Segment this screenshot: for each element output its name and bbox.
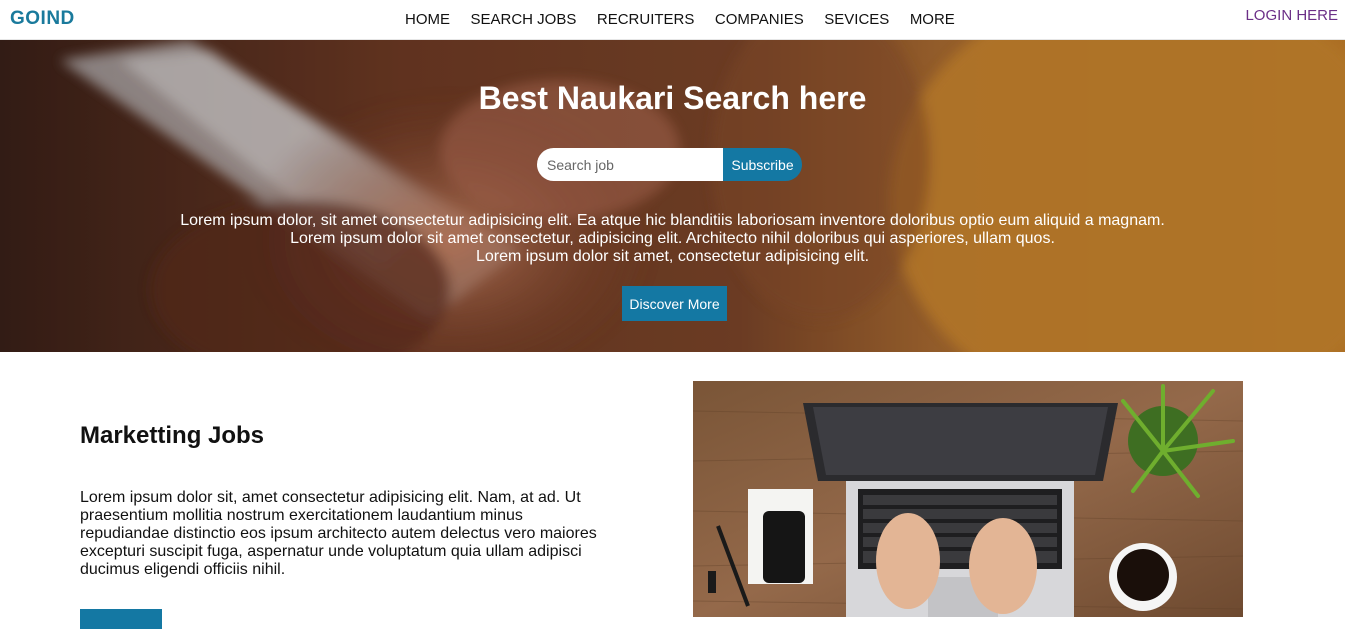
search-job-input[interactable]: [537, 148, 723, 181]
nav-item-companies[interactable]: COMPANIES: [715, 11, 804, 28]
laptop-desk-image: [693, 381, 1243, 617]
subscribe-button[interactable]: Subscribe: [723, 148, 802, 181]
section-description: Lorem ipsum dolor sit, amet consectetur …: [80, 489, 597, 578]
hero-text-line: Lorem ipsum dolor, sit amet consectetur …: [180, 212, 1165, 229]
hero-text-line: Lorem ipsum dolor sit amet, consectetur …: [475, 248, 870, 265]
search-form: Subscribe: [537, 148, 802, 181]
brand-logo[interactable]: GOIND: [10, 8, 75, 30]
hero-description: Lorem ipsum dolor, sit amet consectetur …: [0, 212, 1345, 266]
nav-item-recruiters[interactable]: RECRUITERS: [597, 11, 695, 28]
login-link[interactable]: LOGIN HERE: [1245, 7, 1338, 24]
hero-banner: Best Naukari Search here Subscribe Lorem…: [0, 40, 1345, 352]
section-action-button[interactable]: [80, 609, 162, 629]
hero-text-line: Lorem ipsum dolor sit amet consectetur, …: [290, 230, 1055, 247]
nav-item-services[interactable]: SEVICES: [824, 11, 889, 28]
nav-menu: HOME SEARCH JOBS RECRUITERS COMPANIES SE…: [405, 11, 975, 28]
top-navbar: GOIND HOME SEARCH JOBS RECRUITERS COMPAN…: [0, 0, 1345, 40]
nav-item-more[interactable]: MORE: [910, 11, 955, 28]
nav-item-home[interactable]: HOME: [405, 11, 450, 28]
hero-title: Best Naukari Search here: [478, 80, 867, 116]
section-title: Marketting Jobs: [80, 422, 265, 449]
discover-more-button[interactable]: Discover More: [622, 286, 727, 321]
nav-item-search-jobs[interactable]: SEARCH JOBS: [471, 11, 577, 28]
